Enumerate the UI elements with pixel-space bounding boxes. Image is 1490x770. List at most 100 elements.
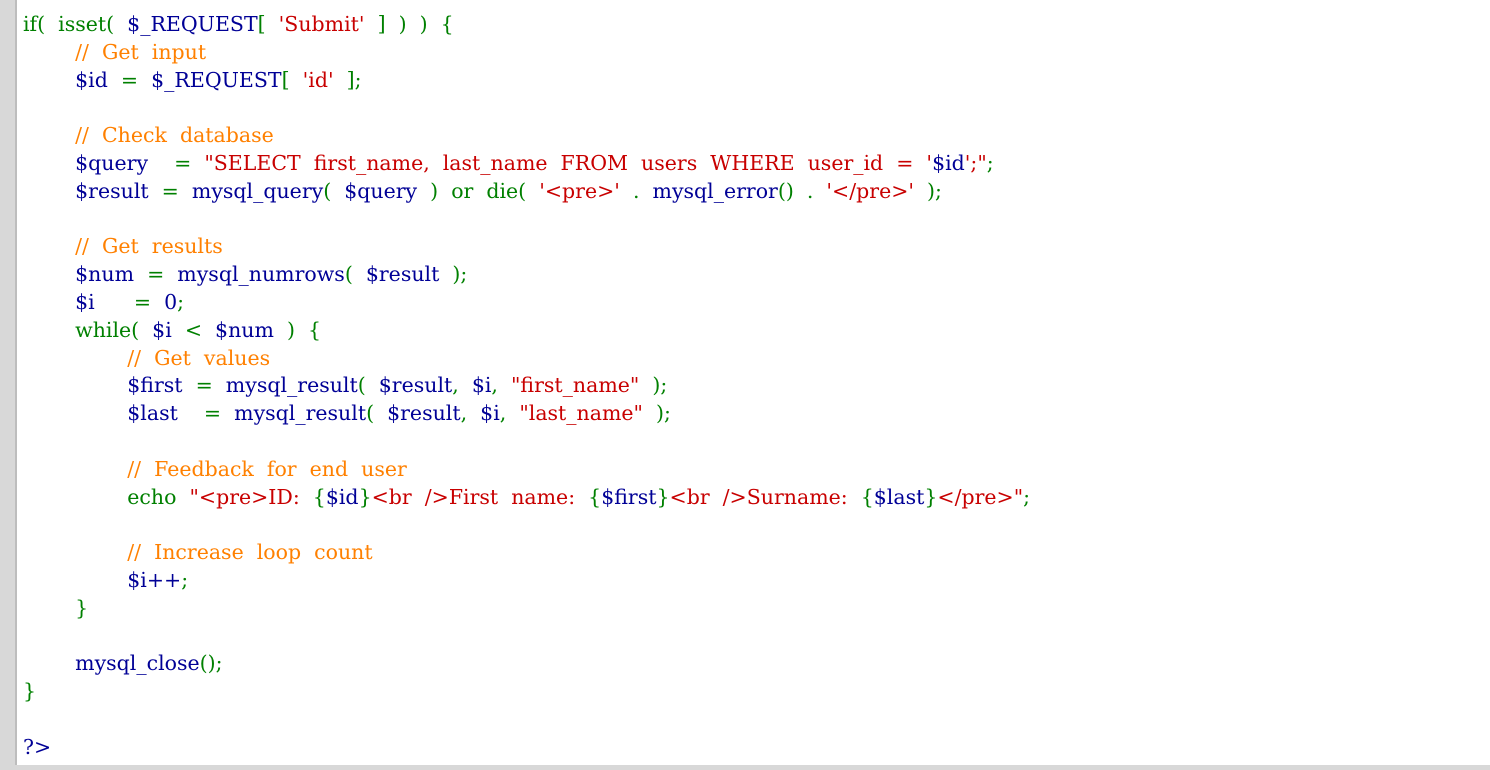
code-line-27: ?> (23, 734, 1030, 762)
code-line-22: } (23, 595, 1030, 623)
code-line-6: $query = "SELECT first_name, last_name F… (23, 150, 1030, 178)
token-var: mysql_error (652, 178, 778, 203)
token-kw: ( (344, 262, 366, 287)
token-str: </pre>" (937, 484, 1024, 509)
token-kw: = (148, 178, 192, 203)
token-kw: = (107, 67, 152, 92)
token-sp (23, 290, 75, 314)
token-cm: // Get results (75, 234, 223, 259)
token-kw: = (134, 262, 178, 287)
token-sp (23, 234, 75, 258)
token-var: $id (325, 484, 359, 509)
token-str: '</pre>' (826, 178, 915, 203)
token-str: "SELECT first_name, last_name FROM users… (204, 150, 933, 175)
token-kw: = (177, 401, 235, 426)
code-line-3: $id = $_REQUEST[ 'id' ]; (23, 67, 1030, 95)
token-cm: // Feedback for end user (127, 456, 407, 481)
token-str: <br />First name: (371, 484, 589, 509)
token-var: mysql_numrows (177, 262, 345, 287)
token-kw: ] ) ) { (364, 12, 454, 36)
code-line-13: // Get values (23, 345, 1030, 373)
token-var: $i (471, 373, 492, 398)
token-kw: ( (357, 373, 379, 398)
token-kw: ); (439, 262, 468, 287)
token-kw: } (656, 484, 670, 509)
code-line-9: // Get results (23, 233, 1030, 261)
token-sp (23, 318, 75, 342)
code-line-2: // Get input (23, 39, 1030, 67)
token-kw: ); (639, 373, 668, 398)
token-kw: , (499, 401, 520, 426)
token-kw: { (588, 484, 602, 509)
token-kw: { (860, 484, 874, 509)
token-sp (23, 68, 75, 92)
token-str: 'id' (302, 67, 334, 92)
token-kw: ) or die( (417, 178, 540, 203)
token-str: "last_name" (519, 401, 643, 426)
token-kw: < (171, 317, 216, 342)
token-cm: // Check database (75, 123, 274, 148)
token-var: mysql_close (75, 651, 200, 676)
code-line-12: while( $i < $num ) { (23, 317, 1030, 345)
token-var: $result (378, 373, 453, 398)
token-var: $id (932, 150, 965, 175)
token-sp (23, 596, 75, 620)
token-cm: // Increase loop count (127, 540, 373, 565)
token-var: $result (365, 262, 440, 287)
code-line-15: $last = mysql_result( $result, $i, "last… (23, 400, 1030, 428)
token-kw: } (358, 484, 372, 509)
token-sp (23, 651, 75, 675)
token-cm: // Get values (127, 345, 271, 370)
token-sp (23, 485, 127, 509)
token-sp (23, 457, 127, 481)
token-kw: ]; (333, 67, 362, 92)
php-source-code[interactable]: if( isset( $_REQUEST[ 'Submit' ] ) ) { /… (23, 11, 1030, 762)
token-kw: if( isset( (23, 12, 128, 36)
token-str: ';" (964, 150, 987, 175)
token-var: $num (215, 317, 274, 342)
token-sp (23, 373, 127, 397)
token-var: $first (127, 373, 183, 398)
token-var: $result (75, 178, 149, 203)
token-var: ?> (23, 734, 52, 759)
token-str: "first_name" (510, 373, 640, 398)
token-var: mysql_query (191, 178, 324, 203)
code-line-7: $result = mysql_query( $query ) or die( … (23, 178, 1030, 206)
code-line-10: $num = mysql_numrows( $result ); (23, 261, 1030, 289)
code-line-11: $i = 0; (23, 289, 1030, 317)
code-line-17: // Feedback for end user (23, 456, 1030, 484)
token-var: 0 (164, 289, 178, 314)
token-var: $first (601, 484, 657, 509)
token-var: mysql_result (234, 401, 367, 426)
code-line-25: } (23, 678, 1030, 706)
token-var: $last (127, 401, 178, 426)
token-kw: } (23, 679, 37, 704)
token-str: "<pre>ID: (189, 484, 313, 509)
code-editor[interactable]: if( isset( $_REQUEST[ 'Submit' ] ) ) { /… (15, 0, 1490, 765)
code-line-1: if( isset( $_REQUEST[ 'Submit' ] ) ) { (23, 11, 1030, 39)
code-line-18: echo "<pre>ID: {$id}<br />First name: {$… (23, 484, 1030, 512)
token-kw: ; (1023, 484, 1031, 509)
token-sp (23, 179, 75, 203)
token-var: $id (75, 67, 108, 92)
token-sp (23, 540, 127, 564)
editor-window: if( isset( $_REQUEST[ 'Submit' ] ) ) { /… (0, 0, 1490, 770)
token-str: <br />Surname: (669, 484, 861, 509)
token-kw: [ (257, 12, 279, 36)
token-sp (23, 346, 127, 370)
token-kw: } (75, 595, 89, 620)
token-kw: ; (177, 289, 185, 314)
token-kw: = (94, 289, 165, 314)
code-line-20: // Increase loop count (23, 539, 1030, 567)
token-sp (23, 401, 127, 425)
token-var: $i++ (127, 567, 182, 592)
token-sp (23, 151, 75, 175)
token-str: '<pre>' (539, 178, 620, 203)
token-var: $i (75, 289, 95, 314)
token-kw: ); (642, 401, 671, 426)
